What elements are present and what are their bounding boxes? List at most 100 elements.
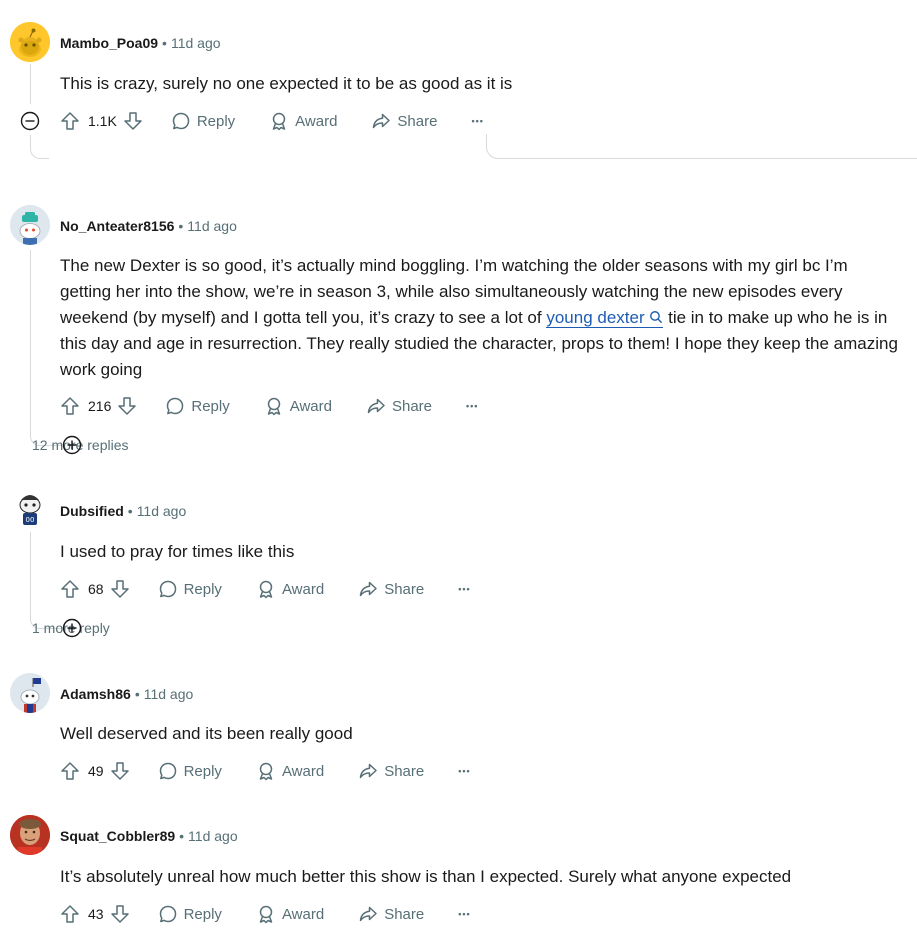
share-label: Share <box>397 112 438 130</box>
upvote-icon <box>60 579 80 599</box>
downvote-icon <box>123 111 143 131</box>
more-options-button[interactable]: ••• <box>458 909 470 919</box>
thread-elbow <box>30 135 49 159</box>
share-label: Share <box>384 580 425 598</box>
timestamp[interactable]: 11d ago <box>144 686 194 702</box>
upvote-button[interactable] <box>60 396 80 416</box>
comment-body: The new Dexter is so good, it’s actually… <box>60 253 899 383</box>
more-replies-button[interactable]: 12 more replies <box>32 435 129 455</box>
snoo-avatar-icon <box>10 205 50 245</box>
timestamp[interactable]: 11d ago <box>137 503 187 519</box>
timestamp[interactable]: 11d ago <box>187 218 237 234</box>
timestamp[interactable]: 11d ago <box>188 828 238 844</box>
share-label: Share <box>391 397 432 415</box>
comment-meta: Squat_Cobbler89 • 11d ago <box>60 828 238 844</box>
comment-text: I used to pray for times like this <box>60 542 295 561</box>
downvote-button[interactable] <box>117 396 137 416</box>
separator: • <box>127 503 133 519</box>
more-replies-button[interactable]: 1 more reply <box>32 618 110 638</box>
comment-text: It’s absolutely unreal how much better t… <box>60 867 792 886</box>
downvote-button[interactable] <box>123 111 143 131</box>
award-icon <box>256 761 276 781</box>
upvote-button[interactable] <box>60 111 80 131</box>
downvote-icon <box>110 761 130 781</box>
downvote-button[interactable] <box>110 761 130 781</box>
more-options-button[interactable]: ••• <box>458 584 470 594</box>
username[interactable]: Mambo_Poa09 <box>60 35 158 51</box>
search-link-text: young dexter <box>546 308 645 327</box>
avatar[interactable] <box>10 815 50 855</box>
reply-button[interactable]: Reply <box>158 904 222 924</box>
username[interactable]: Adamsh86 <box>60 686 131 702</box>
downvote-button[interactable] <box>110 904 130 924</box>
comment-body: This is crazy, surely no one expected it… <box>60 71 899 97</box>
share-button[interactable]: Share <box>358 579 424 599</box>
award-button[interactable]: Award <box>256 761 324 781</box>
comment-actions: 216 Reply Award Share ••• <box>60 394 478 418</box>
svg-text:00: 00 <box>26 516 35 524</box>
avatar[interactable] <box>10 673 50 713</box>
upvote-button[interactable] <box>60 904 80 924</box>
username[interactable]: No_Anteater8156 <box>60 218 174 234</box>
vote-count: 43 <box>88 906 104 922</box>
more-options-button[interactable]: ••• <box>466 401 478 411</box>
collapse-thread-icon[interactable] <box>20 111 40 131</box>
award-button[interactable]: Award <box>256 579 324 599</box>
reply-button[interactable]: Reply <box>165 396 230 416</box>
award-icon <box>256 904 276 924</box>
share-button[interactable]: Share <box>358 761 424 781</box>
award-button[interactable]: Award <box>256 904 324 924</box>
snoo-avatar-icon: 00 <box>10 488 50 528</box>
share-button[interactable]: Share <box>371 111 437 131</box>
reply-label: Reply <box>183 762 222 780</box>
share-button[interactable]: Share <box>366 396 432 416</box>
award-button[interactable]: Award <box>269 111 337 131</box>
share-icon <box>358 904 378 924</box>
share-button[interactable]: Share <box>358 904 424 924</box>
more-options-button[interactable]: ••• <box>458 766 470 776</box>
comment-actions: 1.1K Reply Award Share ••• <box>60 109 484 133</box>
share-label: Share <box>384 762 425 780</box>
separator: • <box>134 686 140 702</box>
comment-text: Well deserved and its been really good <box>60 724 353 743</box>
username[interactable]: Squat_Cobbler89 <box>60 828 175 844</box>
reply-icon <box>158 904 178 924</box>
comment-meta: Mambo_Poa09 • 11d ago <box>60 35 221 51</box>
timestamp[interactable]: 11d ago <box>171 35 221 51</box>
reply-icon <box>171 111 191 131</box>
share-icon <box>366 396 386 416</box>
award-icon <box>264 396 284 416</box>
search-link[interactable]: young dexter <box>546 308 664 328</box>
separator: • <box>162 35 167 51</box>
expand-plus-icon <box>62 435 82 455</box>
vote-count: 1.1K <box>88 113 117 129</box>
reply-button[interactable]: Reply <box>158 761 222 781</box>
upvote-button[interactable] <box>60 579 80 599</box>
award-button[interactable]: Award <box>264 396 332 416</box>
comment-body: It’s absolutely unreal how much better t… <box>60 864 899 890</box>
username[interactable]: Dubsified <box>60 503 124 519</box>
comment-meta: Dubsified • 11d ago <box>60 503 186 519</box>
avatar[interactable]: 00 <box>10 488 50 528</box>
avatar[interactable] <box>10 205 50 245</box>
award-label: Award <box>281 762 325 780</box>
share-icon <box>371 111 391 131</box>
share-icon <box>358 761 378 781</box>
reply-icon <box>158 761 178 781</box>
share-label: Share <box>384 905 425 923</box>
downvote-button[interactable] <box>110 579 130 599</box>
downvote-icon <box>117 396 137 416</box>
vote-count: 216 <box>88 398 112 414</box>
upvote-icon <box>60 111 80 131</box>
award-icon <box>269 111 289 131</box>
more-options-button[interactable]: ••• <box>471 116 483 126</box>
reply-box-border <box>486 134 917 159</box>
vote-count: 49 <box>88 763 104 779</box>
reply-button[interactable]: Reply <box>171 111 235 131</box>
reply-button[interactable]: Reply <box>158 579 222 599</box>
avatar[interactable] <box>10 22 50 62</box>
award-label: Award <box>295 112 338 130</box>
upvote-button[interactable] <box>60 761 80 781</box>
reply-icon <box>158 579 178 599</box>
comment-actions: 43 Reply Award Share ••• <box>60 902 471 926</box>
